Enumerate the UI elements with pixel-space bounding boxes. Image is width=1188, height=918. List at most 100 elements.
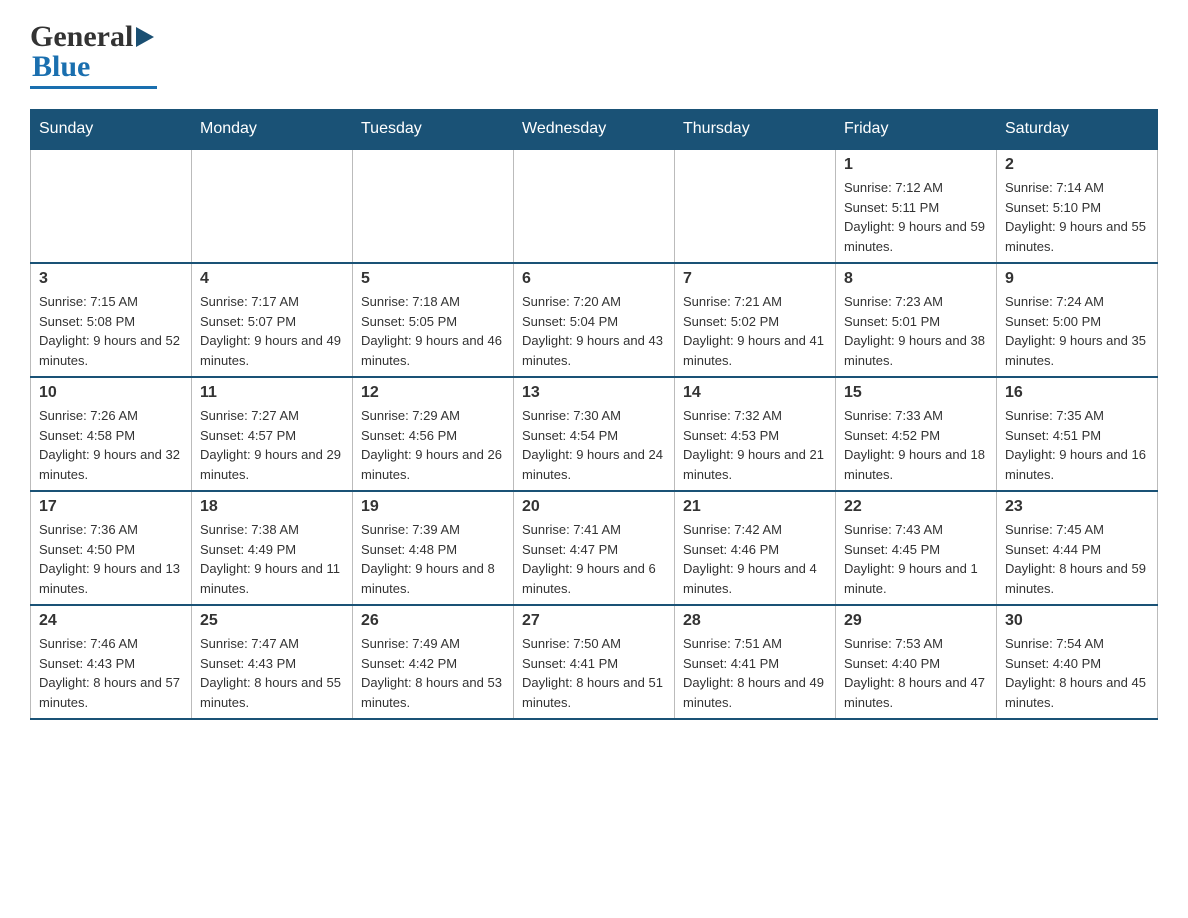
day-number: 8 [844,270,988,288]
calendar-cell: 27Sunrise: 7:50 AMSunset: 4:41 PMDayligh… [514,605,675,719]
day-info: Sunrise: 7:33 AMSunset: 4:52 PMDaylight:… [844,406,988,484]
day-info: Sunrise: 7:29 AMSunset: 4:56 PMDaylight:… [361,406,505,484]
day-number: 11 [200,384,344,402]
calendar-cell: 17 Sunrise: 7:36 AMSunset: 4:50 PMDayligh… [31,491,192,605]
calendar-cell: 2 Sunrise: 7:14 AMSunset: 5:10 PMDaylight… [997,149,1158,263]
logo: General Blue [30,20,157,89]
logo-arrow-icon [136,27,154,47]
day-number: 25 [200,612,344,630]
day-info: Sunrise: 7:43 AMSunset: 4:45 PMDaylight:… [844,520,988,598]
weekday-header-tuesday: Tuesday [353,110,514,150]
day-number: 16 [1005,384,1149,402]
day-number: 29 [844,612,988,630]
day-number: 30 [1005,612,1149,630]
day-number: 1 [844,156,988,174]
calendar-cell: 13 Sunrise: 7:30 AMSunset: 4:54 PMDayligh… [514,377,675,491]
calendar-cell: 18Sunrise: 7:38 AMSunset: 4:49 PMDayligh… [192,491,353,605]
day-info: Sunrise: 7:42 AMSunset: 4:46 PMDaylight:… [683,520,827,598]
day-number: 23 [1005,498,1149,516]
day-number: 9 [1005,270,1149,288]
logo-blue-text: Blue [32,50,90,84]
day-info: Sunrise: 7:49 AMSunset: 4:42 PMDaylight:… [361,634,505,712]
day-number: 24 [39,612,183,630]
logo-underline [30,86,157,89]
calendar-cell [514,149,675,263]
page-header: General Blue [30,20,1158,89]
day-number: 13 [522,384,666,402]
calendar-cell: 20 Sunrise: 7:41 AMSunset: 4:47 PMDayligh… [514,491,675,605]
day-number: 2 [1005,156,1149,174]
calendar-cell: 23 Sunrise: 7:45 AMSunset: 4:44 PMDayligh… [997,491,1158,605]
calendar-cell: 24 Sunrise: 7:46 AMSunset: 4:43 PMDayligh… [31,605,192,719]
calendar-cell [353,149,514,263]
day-info: Sunrise: 7:24 AMSunset: 5:00 PMDaylight:… [1005,292,1149,370]
day-number: 4 [200,270,344,288]
calendar-cell: 30 Sunrise: 7:54 AMSunset: 4:40 PMDayligh… [997,605,1158,719]
day-info: Sunrise: 7:20 AMSunset: 5:04 PMDaylight:… [522,292,666,370]
day-info: Sunrise: 7:41 AMSunset: 4:47 PMDaylight:… [522,520,666,598]
day-number: 22 [844,498,988,516]
calendar-cell: 19Sunrise: 7:39 AMSunset: 4:48 PMDayligh… [353,491,514,605]
weekday-header-wednesday: Wednesday [514,110,675,150]
calendar-cell: 9 Sunrise: 7:24 AMSunset: 5:00 PMDaylight… [997,263,1158,377]
day-info: Sunrise: 7:53 AMSunset: 4:40 PMDaylight:… [844,634,988,712]
day-number: 3 [39,270,183,288]
week-row-2: 3 Sunrise: 7:15 AMSunset: 5:08 PMDaylight… [31,263,1158,377]
calendar-cell: 28Sunrise: 7:51 AMSunset: 4:41 PMDayligh… [675,605,836,719]
day-number: 12 [361,384,505,402]
calendar-cell: 11 Sunrise: 7:27 AMSunset: 4:57 PMDayligh… [192,377,353,491]
day-info: Sunrise: 7:45 AMSunset: 4:44 PMDaylight:… [1005,520,1149,598]
day-number: 17 [39,498,183,516]
day-number: 20 [522,498,666,516]
calendar-cell: 4 Sunrise: 7:17 AMSunset: 5:07 PMDaylight… [192,263,353,377]
day-info: Sunrise: 7:38 AMSunset: 4:49 PMDaylight:… [200,520,344,598]
day-number: 14 [683,384,827,402]
day-number: 21 [683,498,827,516]
weekday-header-sunday: Sunday [31,110,192,150]
day-info: Sunrise: 7:21 AMSunset: 5:02 PMDaylight:… [683,292,827,370]
day-info: Sunrise: 7:30 AMSunset: 4:54 PMDaylight:… [522,406,666,484]
calendar-cell: 5Sunrise: 7:18 AMSunset: 5:05 PMDaylight… [353,263,514,377]
day-number: 15 [844,384,988,402]
calendar-cell: 14 Sunrise: 7:32 AMSunset: 4:53 PMDayligh… [675,377,836,491]
calendar-cell: 26 Sunrise: 7:49 AMSunset: 4:42 PMDayligh… [353,605,514,719]
calendar-cell: 1 Sunrise: 7:12 AMSunset: 5:11 PMDaylight… [836,149,997,263]
day-info: Sunrise: 7:32 AMSunset: 4:53 PMDaylight:… [683,406,827,484]
calendar-cell: 3 Sunrise: 7:15 AMSunset: 5:08 PMDaylight… [31,263,192,377]
day-info: Sunrise: 7:46 AMSunset: 4:43 PMDaylight:… [39,634,183,712]
day-number: 28 [683,612,827,630]
calendar-table: SundayMondayTuesdayWednesdayThursdayFrid… [30,109,1158,720]
weekday-header-thursday: Thursday [675,110,836,150]
day-number: 26 [361,612,505,630]
weekday-header-row: SundayMondayTuesdayWednesdayThursdayFrid… [31,110,1158,150]
day-info: Sunrise: 7:17 AMSunset: 5:07 PMDaylight:… [200,292,344,370]
calendar-cell: 10 Sunrise: 7:26 AMSunset: 4:58 PMDayligh… [31,377,192,491]
calendar-cell: 16Sunrise: 7:35 AMSunset: 4:51 PMDayligh… [997,377,1158,491]
day-info: Sunrise: 7:39 AMSunset: 4:48 PMDaylight:… [361,520,505,598]
day-info: Sunrise: 7:36 AMSunset: 4:50 PMDaylight:… [39,520,183,598]
calendar-cell: 21 Sunrise: 7:42 AMSunset: 4:46 PMDayligh… [675,491,836,605]
day-info: Sunrise: 7:54 AMSunset: 4:40 PMDaylight:… [1005,634,1149,712]
calendar-cell: 22 Sunrise: 7:43 AMSunset: 4:45 PMDayligh… [836,491,997,605]
calendar-cell: 6 Sunrise: 7:20 AMSunset: 5:04 PMDaylight… [514,263,675,377]
day-info: Sunrise: 7:14 AMSunset: 5:10 PMDaylight:… [1005,178,1149,256]
calendar-cell [192,149,353,263]
day-info: Sunrise: 7:18 AMSunset: 5:05 PMDaylight:… [361,292,505,370]
day-info: Sunrise: 7:12 AMSunset: 5:11 PMDaylight:… [844,178,988,256]
week-row-3: 10 Sunrise: 7:26 AMSunset: 4:58 PMDayligh… [31,377,1158,491]
calendar-cell: 15 Sunrise: 7:33 AMSunset: 4:52 PMDayligh… [836,377,997,491]
day-number: 10 [39,384,183,402]
calendar-cell: 8 Sunrise: 7:23 AMSunset: 5:01 PMDaylight… [836,263,997,377]
calendar-cell: 7Sunrise: 7:21 AMSunset: 5:02 PMDaylight… [675,263,836,377]
day-info: Sunrise: 7:27 AMSunset: 4:57 PMDaylight:… [200,406,344,484]
weekday-header-friday: Friday [836,110,997,150]
calendar-cell: 12 Sunrise: 7:29 AMSunset: 4:56 PMDayligh… [353,377,514,491]
day-number: 6 [522,270,666,288]
calendar-cell [31,149,192,263]
day-number: 27 [522,612,666,630]
day-info: Sunrise: 7:26 AMSunset: 4:58 PMDaylight:… [39,406,183,484]
day-info: Sunrise: 7:15 AMSunset: 5:08 PMDaylight:… [39,292,183,370]
day-info: Sunrise: 7:23 AMSunset: 5:01 PMDaylight:… [844,292,988,370]
day-info: Sunrise: 7:47 AMSunset: 4:43 PMDaylight:… [200,634,344,712]
week-row-4: 17 Sunrise: 7:36 AMSunset: 4:50 PMDayligh… [31,491,1158,605]
